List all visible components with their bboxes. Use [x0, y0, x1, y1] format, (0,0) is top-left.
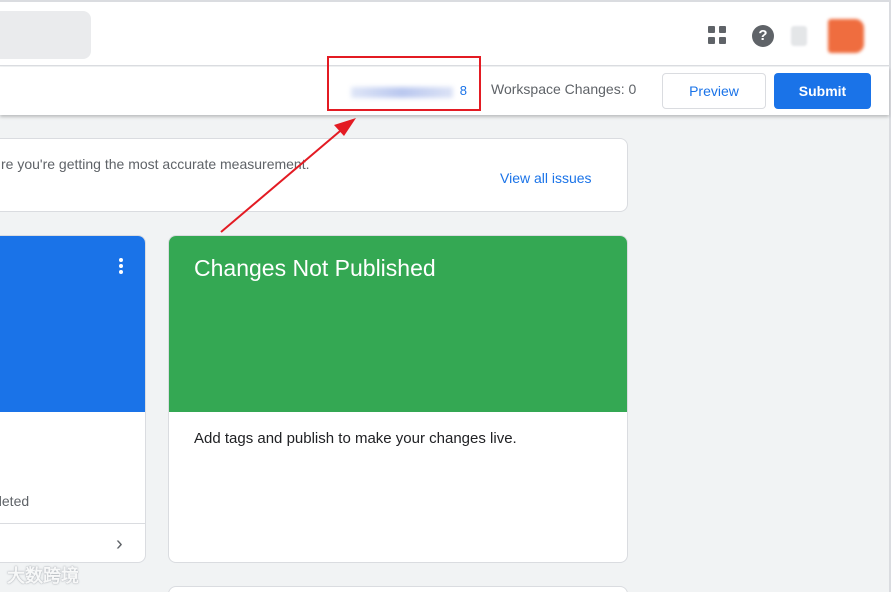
submit-button[interactable]: Submit	[774, 73, 871, 109]
chevron-right-icon[interactable]: ›	[116, 534, 130, 554]
notifications-icon[interactable]	[791, 26, 807, 46]
changes-card-description: Add tags and publish to make your change…	[194, 430, 517, 447]
bottom-card	[168, 586, 628, 592]
view-all-issues-link[interactable]: View all issues	[500, 170, 592, 186]
left-card-value: 0	[0, 453, 1, 485]
avatar[interactable]	[828, 19, 864, 53]
left-card-divider	[0, 523, 145, 524]
watermark: 大数跨境	[7, 566, 79, 586]
help-icon[interactable]: ?	[752, 25, 774, 47]
issues-card: re you're getting the most accurate meas…	[0, 138, 628, 212]
annotation-arrow-head	[334, 118, 356, 136]
more-vert-icon[interactable]	[118, 258, 124, 276]
changes-card-title: Changes Not Published	[194, 255, 436, 281]
left-status-card: 0 eleted ›	[0, 235, 146, 563]
apps-grid-icon[interactable]	[708, 26, 728, 46]
search-box[interactable]	[0, 11, 91, 59]
issues-text: re you're getting the most accurate meas…	[1, 156, 310, 172]
changes-card-header: Changes Not Published	[169, 236, 627, 412]
left-card-header	[0, 236, 145, 412]
left-card-label: eleted	[0, 493, 30, 509]
workspace-changes: Workspace Changes: 0	[491, 81, 637, 97]
annotation-highlight-box	[327, 56, 481, 111]
changes-not-published-card: Changes Not Published Add tags and publi…	[168, 235, 628, 563]
preview-button[interactable]: Preview	[662, 73, 766, 109]
